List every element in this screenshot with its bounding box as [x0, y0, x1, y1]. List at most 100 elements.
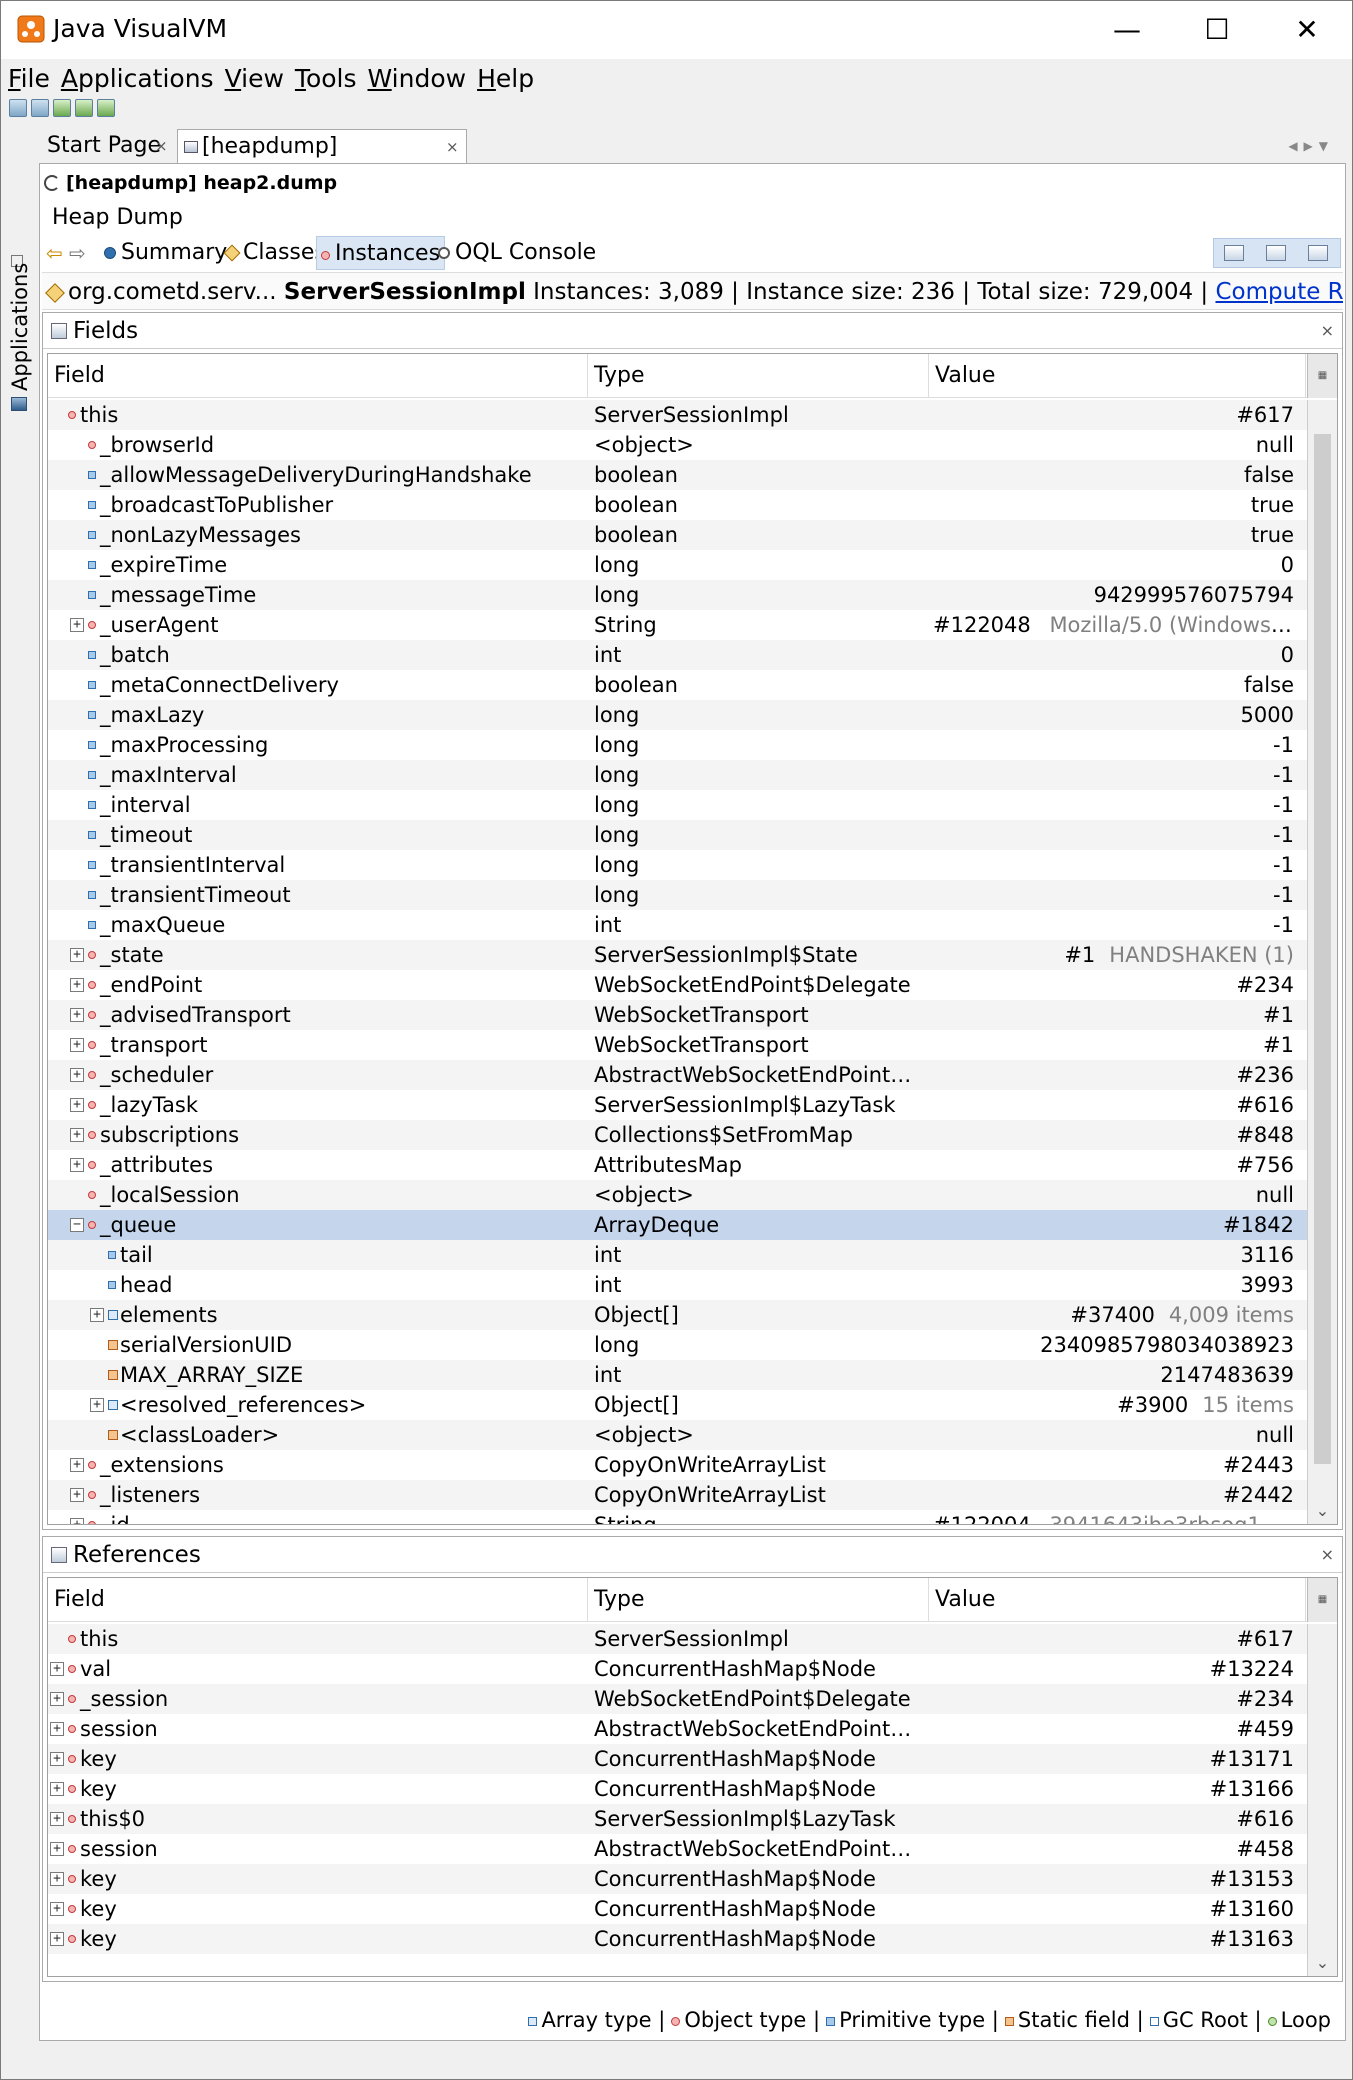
- table-row[interactable]: _browserId <object> null: [48, 430, 1307, 460]
- load-application-snapshot-icon[interactable]: [9, 99, 27, 117]
- table-row[interactable]: _allowMessageDeliveryDuringHandshake bool…: [48, 460, 1307, 490]
- expand-icon[interactable]: +: [50, 1872, 64, 1886]
- tab-oql-console[interactable]: OQL Console: [434, 236, 600, 270]
- show-fields-pane-icon[interactable]: [1266, 245, 1286, 261]
- show-references-pane-icon[interactable]: [1308, 245, 1328, 261]
- table-row[interactable]: + _scheduler AbstractWebSocketEndPoint$Web…: [48, 1060, 1307, 1090]
- tab-instances[interactable]: Instances: [316, 236, 446, 270]
- expand-icon[interactable]: +: [70, 1098, 84, 1112]
- table-row[interactable]: + key ConcurrentHashMap$Node #13171: [48, 1744, 1307, 1774]
- expand-icon[interactable]: +: [70, 1008, 84, 1022]
- table-row[interactable]: + _state ServerSessionImpl$State #1 HANDSHAK…: [48, 940, 1307, 970]
- forward-arrow-icon[interactable]: ⇨: [69, 241, 86, 265]
- table-row[interactable]: tail int 3116: [48, 1240, 1307, 1270]
- table-row[interactable]: _maxInterval long -1: [48, 760, 1307, 790]
- show-instances-pane-icon[interactable]: [1224, 245, 1244, 261]
- table-row[interactable]: _batch int 0: [48, 640, 1307, 670]
- expand-icon[interactable]: +: [50, 1812, 64, 1826]
- fields-scrollbar-thumb[interactable]: [1314, 434, 1331, 1464]
- table-row[interactable]: + _lazyTask ServerSessionImpl$LazyTask #616: [48, 1090, 1307, 1120]
- tab-heapdump-close-icon[interactable]: ×: [446, 130, 459, 164]
- tab-navigation-arrows-icon[interactable]: ◀▶▼: [1288, 129, 1334, 163]
- fields-panel-close-icon[interactable]: ×: [1321, 313, 1334, 349]
- table-row[interactable]: + key ConcurrentHashMap$Node #13153: [48, 1864, 1307, 1894]
- column-header-value[interactable]: Value: [929, 354, 1306, 398]
- table-row[interactable]: this ServerSessionImpl #617: [48, 1624, 1307, 1654]
- expand-icon[interactable]: +: [70, 1458, 84, 1472]
- back-arrow-icon[interactable]: ⇦: [46, 241, 63, 265]
- expand-icon[interactable]: +: [70, 1128, 84, 1142]
- expand-icon[interactable]: +: [50, 1692, 64, 1706]
- close-button[interactable]: ✕: [1262, 1, 1352, 59]
- table-row[interactable]: + elements Object[] #37400 4,009 items: [48, 1300, 1307, 1330]
- expand-icon[interactable]: +: [50, 1902, 64, 1916]
- table-row[interactable]: + <resolved_references> Object[] #3900 15 it…: [48, 1390, 1307, 1420]
- table-row[interactable]: + key ConcurrentHashMap$Node #13160: [48, 1894, 1307, 1924]
- scroll-down-icon[interactable]: ⌄: [1308, 1501, 1337, 1520]
- applications-side-tab[interactable]: Applications: [7, 263, 33, 395]
- column-chooser-icon[interactable]: ▦: [1307, 1578, 1337, 1622]
- expand-icon[interactable]: +: [90, 1308, 104, 1322]
- table-row[interactable]: _maxLazy long 5000: [48, 700, 1307, 730]
- add-jmx-connection-icon[interactable]: [31, 99, 49, 117]
- expand-icon[interactable]: +: [90, 1398, 104, 1412]
- expand-icon[interactable]: +: [70, 618, 84, 632]
- take-heap-dump-icon[interactable]: [97, 99, 115, 117]
- table-row[interactable]: + subscriptions Collections$SetFromMap #848: [48, 1120, 1307, 1150]
- table-row[interactable]: + this$0 ServerSessionImpl$LazyTask #616: [48, 1804, 1307, 1834]
- table-row[interactable]: _broadcastToPublisher boolean true: [48, 490, 1307, 520]
- references-panel-close-icon[interactable]: ×: [1321, 1537, 1334, 1573]
- menu-tools[interactable]: Tools: [291, 61, 361, 97]
- table-row[interactable]: + session AbstractWebSocketEndPoint$Cont..…: [48, 1834, 1307, 1864]
- expand-icon[interactable]: +: [50, 1782, 64, 1796]
- expand-icon[interactable]: +: [50, 1662, 64, 1676]
- table-row[interactable]: head int 3993: [48, 1270, 1307, 1300]
- table-row[interactable]: _interval long -1: [48, 790, 1307, 820]
- table-row[interactable]: _maxProcessing long -1: [48, 730, 1307, 760]
- minimize-button[interactable]: —: [1082, 1, 1172, 59]
- column-header-value[interactable]: Value: [929, 1578, 1306, 1622]
- tab-start-page[interactable]: Start Page ×: [41, 129, 171, 163]
- menu-applications[interactable]: Applications: [57, 61, 218, 97]
- table-row[interactable]: + session AbstractWebSocketEndPoint$Cont..…: [48, 1714, 1307, 1744]
- references-scrollbar[interactable]: ⌄: [1307, 1624, 1337, 1976]
- tab-classes[interactable]: Classes: [222, 236, 330, 270]
- column-header-field[interactable]: Field: [48, 354, 588, 398]
- table-row[interactable]: + val ConcurrentHashMap$Node #13224: [48, 1654, 1307, 1684]
- table-row[interactable]: _transientInterval long -1: [48, 850, 1307, 880]
- expand-icon[interactable]: +: [70, 948, 84, 962]
- table-row[interactable]: MAX_ARRAY_SIZE int 2147483639: [48, 1360, 1307, 1390]
- tab-heapdump[interactable]: [heapdump] heap2.dump ×: [177, 129, 467, 193]
- table-row[interactable]: _metaConnectDelivery boolean false: [48, 670, 1307, 700]
- table-row[interactable]: + key ConcurrentHashMap$Node #13166: [48, 1774, 1307, 1804]
- expand-icon[interactable]: +: [50, 1752, 64, 1766]
- table-row[interactable]: _nonLazyMessages boolean true: [48, 520, 1307, 550]
- tab-start-page-close-icon[interactable]: ×: [155, 129, 168, 163]
- table-row[interactable]: + _listeners CopyOnWriteArrayList #2442: [48, 1480, 1307, 1510]
- expand-icon[interactable]: +: [50, 1932, 64, 1946]
- menu-view[interactable]: View: [221, 61, 288, 97]
- table-row[interactable]: _messageTime long 942999576075794: [48, 580, 1307, 610]
- expand-icon[interactable]: +: [50, 1842, 64, 1856]
- table-row[interactable]: + _advisedTransport WebSocketTransport #1: [48, 1000, 1307, 1030]
- table-row[interactable]: _transientTimeout long -1: [48, 880, 1307, 910]
- column-chooser-icon[interactable]: ▦: [1307, 354, 1337, 398]
- table-row[interactable]: + _attributes AttributesMap #756: [48, 1150, 1307, 1180]
- table-row[interactable]: + _id String #122004 3941643jhe3rbsog173r1s…: [48, 1510, 1307, 1524]
- column-header-type[interactable]: Type: [588, 1578, 929, 1622]
- table-row[interactable]: serialVersionUID long 2340985798034038923: [48, 1330, 1307, 1360]
- table-row[interactable]: + _userAgent String #122048 Mozilla/5.0 (Wi…: [48, 610, 1307, 640]
- table-row[interactable]: _localSession <object> null: [48, 1180, 1307, 1210]
- table-row[interactable]: + _extensions CopyOnWriteArrayList #2443: [48, 1450, 1307, 1480]
- expand-icon[interactable]: +: [70, 1158, 84, 1172]
- menu-window[interactable]: Window: [364, 61, 471, 97]
- column-header-field[interactable]: Field: [48, 1578, 588, 1622]
- table-row[interactable]: this ServerSessionImpl #617: [48, 400, 1307, 430]
- table-row[interactable]: + _session WebSocketEndPoint$Delegate #234: [48, 1684, 1307, 1714]
- expand-icon[interactable]: +: [70, 1518, 84, 1524]
- menu-file[interactable]: File: [4, 61, 54, 97]
- table-row[interactable]: + _endPoint WebSocketEndPoint$Delegate #234: [48, 970, 1307, 1000]
- menu-help[interactable]: Help: [473, 61, 538, 97]
- expand-icon[interactable]: +: [70, 1488, 84, 1502]
- expand-icon[interactable]: +: [70, 1068, 84, 1082]
